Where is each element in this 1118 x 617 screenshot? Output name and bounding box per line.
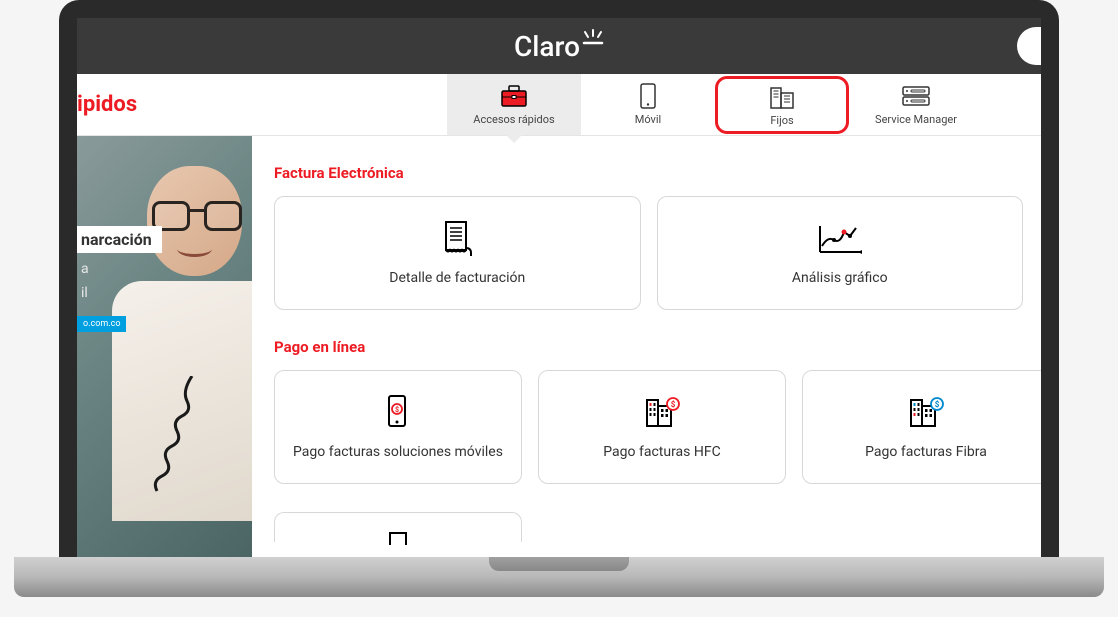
card-label: Pago facturas soluciones móviles (293, 444, 503, 460)
promo-banner: narcación a il o.com.co (77, 136, 252, 560)
phone-cord-icon (122, 376, 212, 496)
tab-service-manager[interactable]: Service Manager (849, 74, 983, 135)
mobile-icon (640, 83, 656, 109)
person-illustration (92, 146, 252, 526)
card-label: Pago facturas Fibra (865, 444, 987, 460)
banner-footer: o.com.co (77, 316, 126, 332)
card-label: Detalle de facturación (389, 270, 525, 286)
card-pago-moviles[interactable]: $ Pago facturas soluciones móviles (274, 370, 522, 484)
card-label: Análisis gráfico (792, 270, 888, 286)
tab-label: Service Manager (875, 113, 957, 126)
svg-text:$: $ (395, 406, 399, 414)
tab-fijos[interactable]: Fijos (715, 76, 849, 134)
svg-text:$: $ (935, 400, 940, 409)
tab-label: Móvil (635, 113, 661, 126)
card-pago-fibra[interactable]: $ Pago facturas Fibra (802, 370, 1041, 484)
spark-icon (582, 29, 604, 47)
pago-cards: $ Pago facturas soluciones móviles (274, 370, 1023, 484)
invoice-icon (441, 220, 473, 258)
section-pago-title: Pago en línea (274, 338, 1023, 356)
active-pointer-icon (506, 135, 522, 143)
laptop-base (14, 557, 1104, 597)
card-analisis-grafico[interactable]: Análisis gráfico (657, 196, 1024, 310)
card-partial[interactable] (274, 512, 522, 542)
main-content: Factura Electrónica (252, 136, 1041, 560)
factura-cards: Detalle de facturación (274, 196, 1023, 310)
tab-label: Fijos (770, 114, 793, 127)
tab-movil[interactable]: Móvil (581, 74, 715, 135)
tabs-row: ipidos Accesos rápidos (77, 74, 1041, 136)
briefcase-icon (500, 83, 528, 109)
banner-sub-2: il (77, 285, 162, 301)
banner-headline: narcación (77, 226, 162, 253)
banner-text: narcación a il (77, 226, 162, 301)
app-screen: Claro ipidos (77, 18, 1041, 560)
banner-sub-1: a (77, 261, 162, 277)
section-factura-title: Factura Electrónica (274, 164, 1023, 182)
nav-tabs: Accesos rápidos Móvil (447, 74, 1041, 135)
card-pago-hfc[interactable]: $ Pago facturas HFC (538, 370, 786, 484)
page-title: ipidos (77, 74, 447, 135)
building-pay-icon: $ (643, 394, 681, 432)
buildings-icon (769, 84, 795, 110)
partial-card-row (274, 512, 1023, 542)
tab-label: Accesos rápidos (473, 113, 554, 126)
avatar[interactable] (1017, 27, 1041, 65)
tab-accesos-rapidos[interactable]: Accesos rápidos (447, 74, 581, 135)
server-icon (901, 83, 931, 109)
svg-text:$: $ (671, 400, 676, 409)
laptop-frame: Claro ipidos (59, 0, 1059, 560)
brand-name: Claro (514, 30, 580, 63)
content-area: narcación a il o.com.co Factura Electrón… (77, 136, 1041, 560)
brand-logo: Claro (514, 30, 604, 63)
partial-card-icon (384, 531, 412, 545)
card-label: Pago facturas HFC (603, 444, 720, 460)
card-detalle-facturacion[interactable]: Detalle de facturación (274, 196, 641, 310)
chart-icon (816, 220, 864, 258)
app-header: Claro (77, 18, 1041, 74)
mobile-pay-icon: $ (383, 394, 413, 432)
building-fiber-pay-icon: $ (907, 394, 945, 432)
